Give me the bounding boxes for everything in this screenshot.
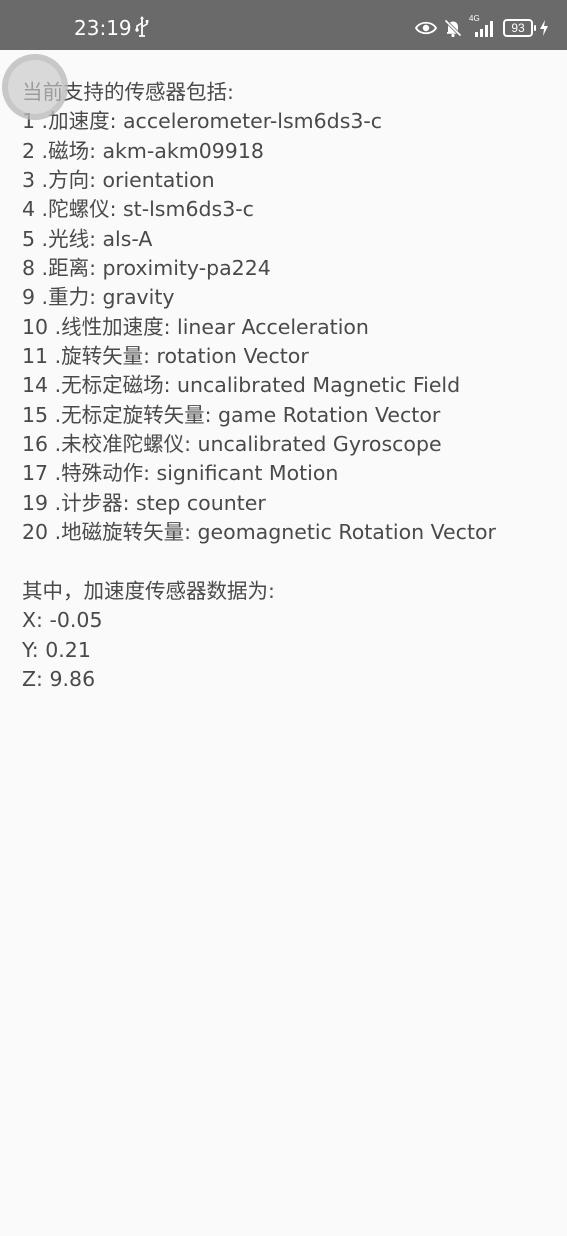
accelerometer-x-value: X: -0.05	[22, 608, 103, 633]
battery-icon: 93	[503, 19, 536, 37]
sensor-item: 2 .磁场: akm-akm09918	[22, 138, 264, 163]
sensor-item: 4 .陀螺仪: st-lsm6ds3-c	[22, 197, 254, 222]
bell-off-icon	[443, 18, 463, 38]
sensor-item: 20 .地磁旋转矢量: geomagnetic Rotation Vector	[22, 520, 496, 545]
sensor-item: 14 .无标定磁场: uncalibrated Magnetic Field	[22, 373, 461, 398]
status-time: 23:19	[74, 16, 132, 40]
sensor-list-header: 当前支持的传感器包括:	[22, 80, 234, 104]
assistive-touch-icon[interactable]	[2, 54, 68, 120]
eye-icon	[415, 21, 437, 35]
accelerometer-y-value: Y: 0.21	[22, 637, 91, 662]
status-icons: 4G 93	[415, 14, 549, 42]
status-bar: 23:19 4G 93	[0, 0, 567, 50]
sensor-item: 1 .加速度: accelerometer-lsm6ds3-c	[22, 109, 383, 134]
sensor-info: 当前支持的传感器包括: 1 .加速度: accelerometer-lsm6ds…	[22, 78, 557, 694]
sensor-item: 17 .特殊动作: significant Motion	[22, 461, 339, 486]
sensor-item: 3 .方向: orientation	[22, 168, 215, 193]
signal-icon: 4G	[469, 14, 497, 38]
sensor-item: 16 .未校准陀螺仪: uncalibrated Gyroscope	[22, 432, 442, 457]
sensor-item: 10 .线性加速度: linear Acceleration	[22, 314, 369, 339]
usb-icon	[135, 16, 149, 37]
battery-level: 93	[511, 21, 525, 35]
sensor-item: 9 .重力: gravity	[22, 285, 175, 310]
sensor-item: 15 .无标定旋转矢量: game Rotation Vector	[22, 402, 441, 427]
charging-bolt-icon	[540, 20, 548, 36]
accelerometer-data-header: 其中，加速度传感器数据为:	[22, 578, 275, 603]
accelerometer-z-value: Z: 9.86	[22, 666, 96, 691]
sensor-item: 8 .距离: proximity-pa224	[22, 256, 271, 281]
sensor-item: 19 .计步器: step counter	[22, 490, 266, 515]
sensor-item: 11 .旋转矢量: rotation Vector	[22, 344, 309, 369]
sensor-item: 5 .光线: als-A	[22, 226, 153, 251]
